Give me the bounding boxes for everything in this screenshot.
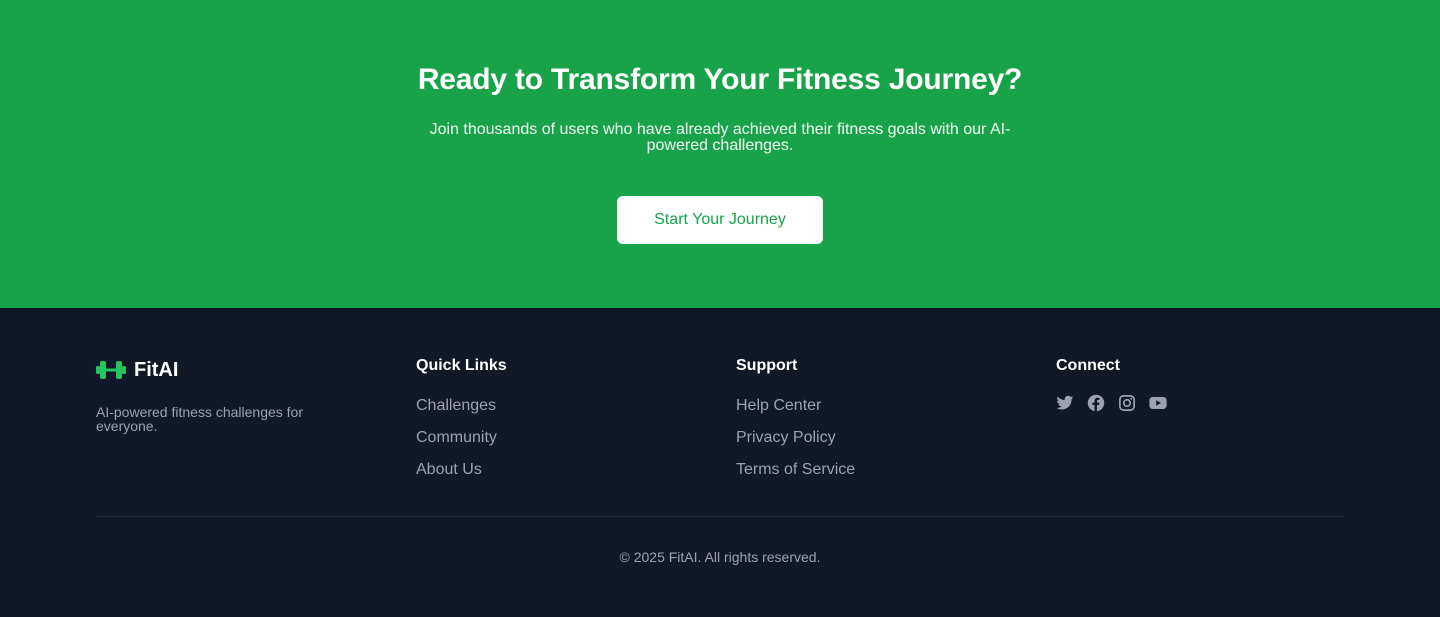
challenges-link[interactable]: Challenges: [416, 397, 496, 414]
footer-brand[interactable]: FitAI: [96, 356, 178, 384]
terms-of-service-link[interactable]: Terms of Service: [736, 461, 855, 478]
quick-links-list: Challenges Community About Us: [416, 396, 507, 492]
quick-links-title: Quick Links: [416, 357, 507, 374]
footer: FitAI AI-powered fitness challenges for …: [0, 308, 1440, 617]
cta-subtitle: Join thousands of users who have already…: [429, 121, 1011, 154]
list-item: Challenges: [416, 396, 507, 428]
about-us-link[interactable]: About Us: [416, 461, 482, 478]
facebook-icon[interactable]: [1087, 394, 1105, 412]
start-journey-button[interactable]: Start Your Journey: [617, 196, 823, 244]
instagram-icon[interactable]: [1118, 394, 1136, 412]
help-center-link[interactable]: Help Center: [736, 397, 821, 414]
quick-links-column: Quick Links Challenges Community About U…: [416, 356, 507, 492]
support-list: Help Center Privacy Policy Terms of Serv…: [736, 396, 855, 492]
list-item: Help Center: [736, 396, 855, 428]
privacy-policy-link[interactable]: Privacy Policy: [736, 429, 836, 446]
social-links: [1056, 394, 1180, 412]
footer-divider: [96, 516, 1344, 517]
connect-title: Connect: [1056, 357, 1120, 374]
community-link[interactable]: Community: [416, 429, 497, 446]
brand-name: FitAI: [134, 358, 179, 381]
list-item: Community: [416, 428, 507, 460]
support-column: Support Help Center Privacy Policy Terms…: [736, 356, 855, 492]
copyright-text: © 2025 FitAI. All rights reserved.: [619, 549, 821, 565]
list-item: About Us: [416, 460, 507, 492]
list-item: Privacy Policy: [736, 428, 855, 460]
connect-column: Connect: [1056, 356, 1180, 412]
brand-description: AI-powered fitness challenges for everyo…: [96, 404, 303, 434]
cta-section: Ready to Transform Your Fitness Journey?…: [0, 0, 1440, 308]
dumbbell-icon: [96, 358, 126, 382]
support-title: Support: [736, 357, 798, 374]
youtube-icon[interactable]: [1149, 394, 1167, 412]
twitter-icon[interactable]: [1056, 394, 1074, 412]
list-item: Terms of Service: [736, 460, 855, 492]
cta-title: Ready to Transform Your Fitness Journey?: [417, 63, 1023, 96]
